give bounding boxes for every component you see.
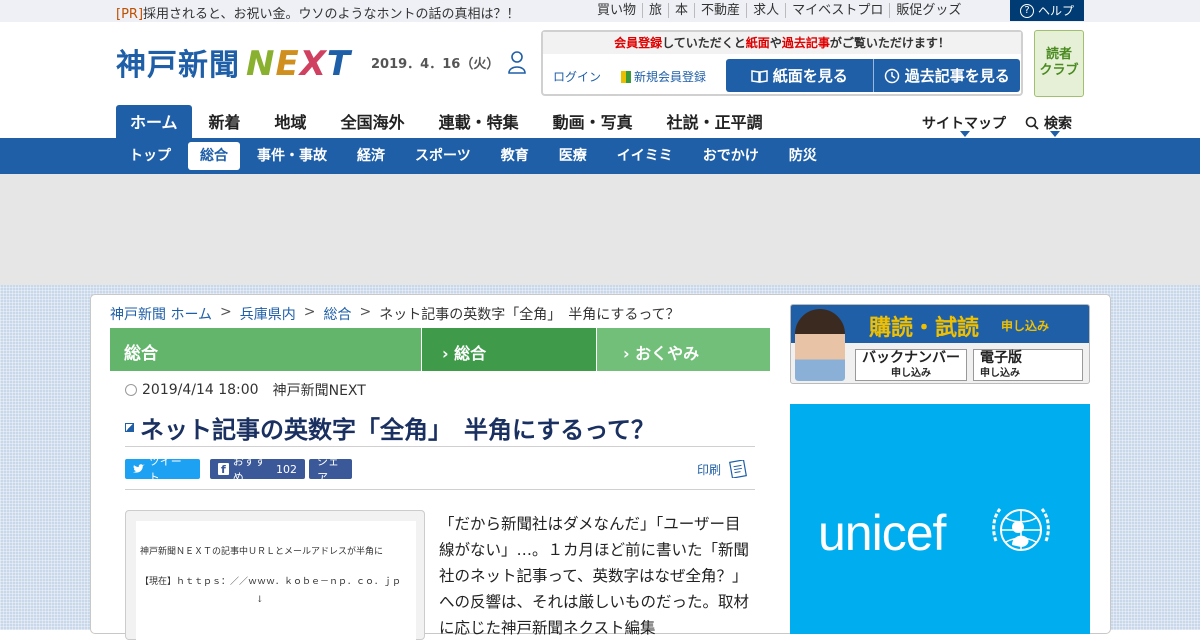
top-link-books[interactable]: 本 bbox=[668, 3, 694, 18]
top-link-travel[interactable]: 旅 bbox=[642, 3, 668, 18]
print-button[interactable]: 印刷 bbox=[697, 460, 747, 478]
logo-next: NEXT bbox=[246, 44, 352, 84]
article-meta: 2019/4/14 18:00 神戸新聞NEXT bbox=[125, 380, 366, 400]
tweet-button[interactable]: ツイート bbox=[125, 455, 200, 484]
clock-icon bbox=[125, 384, 137, 396]
unicef-wordmark: unicef bbox=[818, 505, 946, 561]
subnav-economy[interactable]: 経済 bbox=[344, 142, 398, 170]
help-label: ヘルプ bbox=[1037, 4, 1074, 18]
breadcrumb: 神戸新聞 ホーム > 兵庫県内 > 総合 > ネット記事の英数字「全角」 半角に… bbox=[110, 304, 680, 324]
question-icon: ? bbox=[1019, 3, 1034, 18]
subnav-top[interactable]: トップ bbox=[116, 142, 184, 170]
nav-national[interactable]: 全国海外 bbox=[324, 105, 422, 138]
main-nav: ホーム 新着 地域 全国海外 連載・特集 動画・写真 社説・正平調 bbox=[116, 105, 780, 138]
subnav-iimimi[interactable]: イイミミ bbox=[604, 142, 686, 170]
book-icon bbox=[750, 69, 768, 83]
user-icon[interactable] bbox=[508, 50, 526, 74]
category-title: 総合 bbox=[124, 344, 158, 364]
top-link-shopping[interactable]: 買い物 bbox=[597, 3, 642, 18]
unicef-ad[interactable]: unicef bbox=[790, 404, 1090, 634]
digital-edition-link[interactable]: 電子版 申し込み bbox=[973, 349, 1083, 381]
top-link-mybestpro[interactable]: マイベストプロ bbox=[785, 3, 889, 18]
nav-video[interactable]: 動画・写真 bbox=[536, 105, 650, 138]
nav-region[interactable]: 地域 bbox=[258, 105, 324, 138]
register-link[interactable]: 新規会員登録 bbox=[621, 68, 706, 85]
subnav-medical[interactable]: 医療 bbox=[546, 142, 600, 170]
sitemap-link[interactable]: サイトマップ bbox=[922, 113, 1006, 133]
subscription-banner[interactable]: 購読・試読 申し込み バックナンバー 申し込み 電子版 申し込み bbox=[790, 304, 1090, 384]
divider bbox=[125, 489, 755, 490]
article-datetime: 2019/4/14 18:00 bbox=[142, 382, 259, 398]
top-link-goods[interactable]: 販促グッズ bbox=[889, 3, 967, 18]
breadcrumb-current: ネット記事の英数字「全角」 半角にするって？ bbox=[379, 307, 680, 323]
facebook-count: 102 bbox=[276, 462, 297, 476]
subnav-general[interactable]: 総合 bbox=[188, 142, 240, 170]
twitter-icon bbox=[133, 464, 145, 473]
logo-text: 神戸新聞 bbox=[116, 48, 240, 83]
pr-tag: [PR] bbox=[116, 7, 144, 22]
breadcrumb-sep-icon: > bbox=[220, 304, 232, 320]
model-photo bbox=[795, 309, 845, 381]
subscription-sub: 申し込み bbox=[1001, 319, 1050, 333]
reader-club-button[interactable]: 読者 クラブ bbox=[1034, 30, 1084, 97]
search-link[interactable]: 検索 bbox=[1025, 113, 1072, 133]
article-title: ネット記事の英数字「全角」 半角にするって？ bbox=[125, 410, 655, 445]
member-buttons: 紙面を見る 過去記事を見る bbox=[726, 59, 1020, 92]
breadcrumb-sep-icon: > bbox=[303, 304, 316, 320]
help-button[interactable]: ? ヘルプ bbox=[1010, 0, 1084, 21]
share-button[interactable]: シェア bbox=[309, 455, 352, 484]
facebook-recommend-button[interactable]: f おすすめ 102 bbox=[210, 455, 305, 484]
subnav-outing[interactable]: おでかけ bbox=[690, 142, 772, 170]
subscription-title: 購読・試読 bbox=[869, 316, 980, 341]
article-image[interactable]: 神戸新聞ＮＥＸＴの記事中ＵＲＬとメールアドレスが半角に 【現在】ｈｔｔｐｓ：／／… bbox=[125, 510, 425, 641]
breadcrumb-sep-icon: > bbox=[359, 304, 372, 320]
backnumber-link[interactable]: バックナンバー 申し込み bbox=[855, 349, 967, 381]
beginner-mark-icon bbox=[621, 70, 631, 83]
pr-link[interactable]: [PR]採用されると、お祝い金。ウソのようなホントの話の真相は？！ bbox=[116, 3, 520, 22]
category-bar: 総合 › 総合 › おくやみ bbox=[110, 328, 770, 371]
search-icon bbox=[1025, 116, 1039, 130]
breadcrumb-home[interactable]: 神戸新聞 ホーム bbox=[110, 304, 212, 324]
ad-banner-area bbox=[0, 174, 1200, 285]
header-date: 2019．4．16（火） bbox=[371, 57, 500, 72]
nav-series[interactable]: 連載・特集 bbox=[422, 105, 536, 138]
category-tab-obituary[interactable]: › おくやみ bbox=[596, 328, 770, 371]
nav-home[interactable]: ホーム bbox=[116, 105, 192, 138]
search-caret-icon bbox=[1050, 131, 1060, 137]
view-paper-button[interactable]: 紙面を見る bbox=[726, 59, 873, 92]
sitemap-caret-icon bbox=[960, 131, 970, 137]
clock-icon bbox=[884, 68, 899, 83]
site-logo[interactable]: 神戸新聞 NEXT bbox=[116, 40, 351, 84]
article-body: 「だから新聞社はダメなんだ」「ユーザー目線がない」…。１カ月ほど前に書いた「新聞… bbox=[439, 515, 750, 637]
article-image-document: 神戸新聞ＮＥＸＴの記事中ＵＲＬとメールアドレスが半角に 【現在】ｈｔｔｐｓ：／／… bbox=[136, 521, 416, 641]
title-marker-icon bbox=[125, 423, 134, 432]
print-icon bbox=[729, 460, 747, 478]
category-tab-general[interactable]: › 総合 bbox=[421, 328, 596, 371]
nav-latest[interactable]: 新着 bbox=[192, 105, 258, 138]
breadcrumb-hyogo[interactable]: 兵庫県内 bbox=[240, 304, 296, 324]
login-link[interactable]: ログイン bbox=[553, 68, 601, 85]
top-link-realestate[interactable]: 不動産 bbox=[694, 3, 746, 18]
divider bbox=[125, 446, 755, 447]
article-source: 神戸新聞NEXT bbox=[272, 383, 366, 399]
facebook-icon: f bbox=[218, 463, 229, 476]
archive-button[interactable]: 過去記事を見る bbox=[872, 59, 1021, 92]
unicef-emblem-icon bbox=[992, 508, 1050, 551]
pr-text: 採用されると、お祝い金。ウソのようなホントの話の真相は？！ bbox=[143, 7, 520, 22]
sub-nav: トップ 総合 事件・事故 経済 スポーツ 教育 医療 イイミミ おでかけ 防災 bbox=[0, 138, 1200, 174]
member-box: 会員登録していただくと紙面や過去記事がご覧いただけます！ ログイン 新規会員登録… bbox=[541, 30, 1023, 96]
subnav-education[interactable]: 教育 bbox=[488, 142, 542, 170]
nav-editorial[interactable]: 社説・正平調 bbox=[650, 105, 780, 138]
top-links: 買い物 旅 本 不動産 求人 マイベストプロ 販促グッズ bbox=[597, 3, 967, 18]
subnav-incidents[interactable]: 事件・事故 bbox=[244, 142, 340, 170]
member-message: 会員登録していただくと紙面や過去記事がご覧いただけます！ bbox=[543, 32, 1021, 54]
subnav-sports[interactable]: スポーツ bbox=[402, 142, 484, 170]
top-link-jobs[interactable]: 求人 bbox=[746, 3, 785, 18]
subnav-disaster[interactable]: 防災 bbox=[776, 142, 830, 170]
breadcrumb-general[interactable]: 総合 bbox=[324, 304, 352, 324]
